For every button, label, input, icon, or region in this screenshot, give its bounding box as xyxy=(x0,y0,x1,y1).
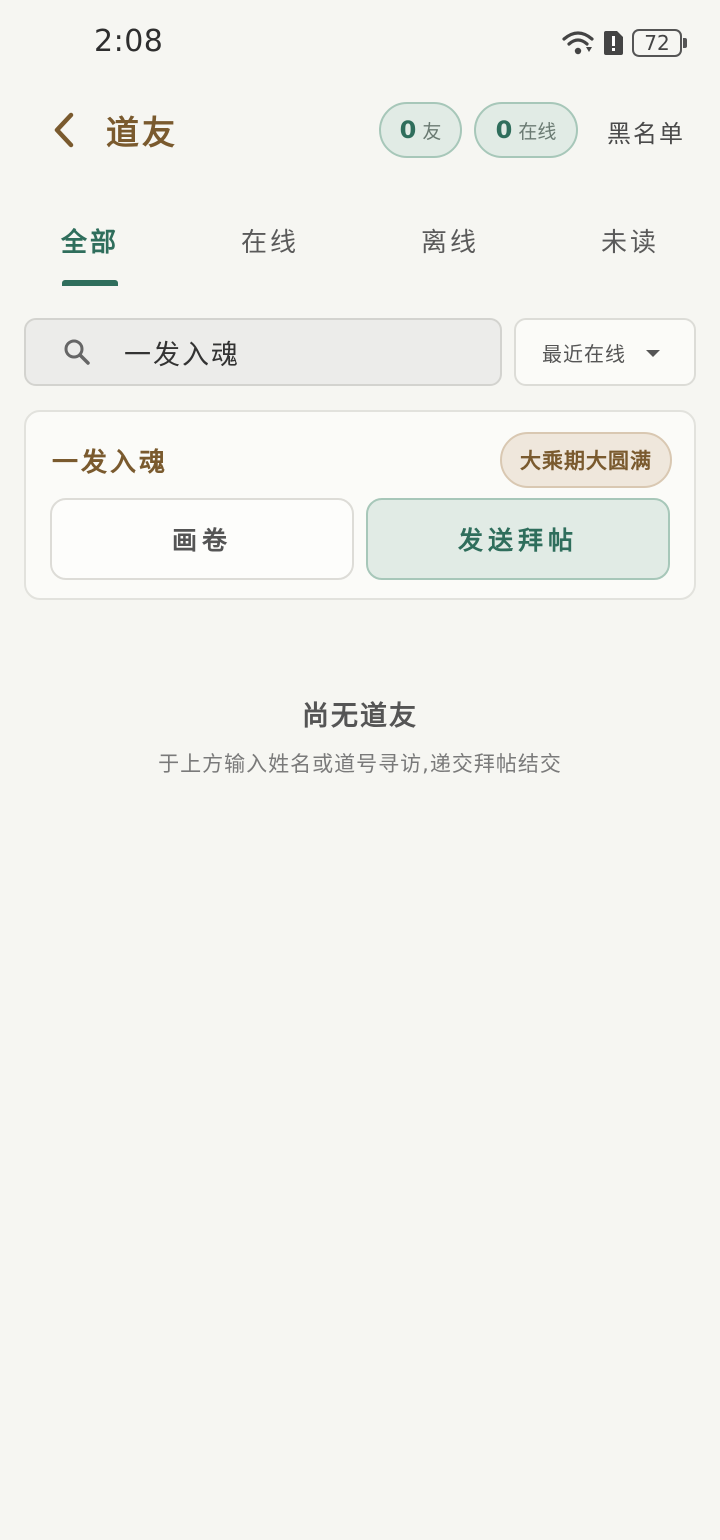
send-invitation-button[interactable]: 发送拜帖 xyxy=(366,498,670,580)
realm-badge: 大乘期大圆满 xyxy=(500,432,672,488)
tab-all[interactable]: 全部 xyxy=(30,222,150,259)
tab-indicator xyxy=(62,280,118,286)
page-title: 道友 xyxy=(106,113,178,152)
online-count-pill: 0 在线 xyxy=(474,102,578,158)
battery-level: 72 xyxy=(644,31,670,55)
tab-offline[interactable]: 离线 xyxy=(390,222,510,259)
search-box[interactable] xyxy=(24,318,502,386)
tab-unread[interactable]: 未读 xyxy=(570,222,690,259)
friends-count-pill: 0 友 xyxy=(379,102,462,158)
search-input[interactable] xyxy=(124,336,454,368)
empty-state-title: 尚无道友 xyxy=(302,701,418,732)
sort-select[interactable]: 最近在线 xyxy=(514,318,696,386)
chevron-left-icon xyxy=(54,112,74,148)
online-count: 0 xyxy=(495,116,513,144)
wifi-icon xyxy=(562,31,594,55)
friends-count: 0 xyxy=(399,116,417,144)
empty-state-description: 于上方输入姓名或道号寻访,递交拜帖结交 xyxy=(158,752,562,776)
alert-icon xyxy=(604,31,623,55)
friends-count-label: 友 xyxy=(422,120,442,143)
status-icons: 72 xyxy=(562,28,687,58)
search-icon xyxy=(64,339,90,365)
blacklist-button[interactable]: 黑名单 xyxy=(607,114,685,149)
tab-online[interactable]: 在线 xyxy=(210,222,330,259)
dropdown-caret-icon xyxy=(646,350,660,357)
battery-icon: 72 xyxy=(632,29,687,57)
result-name: 一发入魂 xyxy=(52,448,169,478)
status-time: 2:08 xyxy=(94,24,164,59)
view-scroll-button[interactable]: 画卷 xyxy=(50,498,354,580)
friends-page: 2:08 72 道友 0 友 0 在线 黑名单 全部 在线 离线 未读 一发入魂… xyxy=(0,0,720,1540)
search-result-card: 一发入魂 大乘期大圆满 画卷 发送拜帖 xyxy=(24,410,696,600)
sort-selected-label: 最近在线 xyxy=(542,341,626,366)
back-button[interactable] xyxy=(40,106,88,154)
online-count-label: 在线 xyxy=(518,120,557,143)
